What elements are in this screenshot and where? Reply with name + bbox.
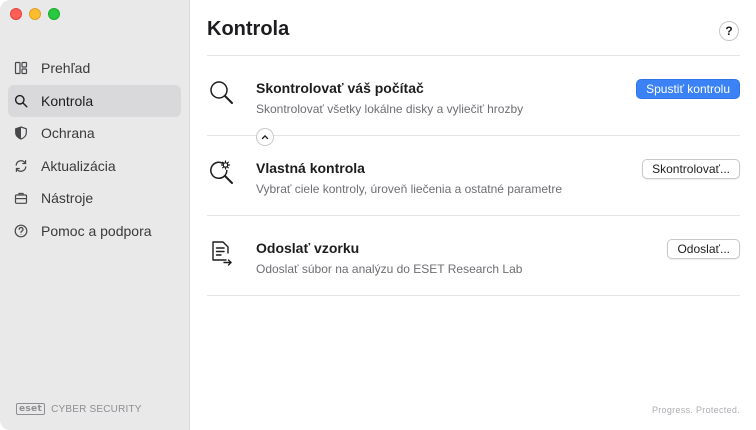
row-description: Odoslať súbor na analýzu do ESET Researc… (256, 262, 523, 276)
window-controls (10, 8, 60, 20)
brand: eset CYBER SECURITY (16, 403, 142, 415)
custom-scan-row: Vlastná kontrola Vybrať ciele kontroly, … (207, 136, 740, 216)
search-icon (14, 94, 28, 108)
sidebar-item-label: Pomoc a podpora (41, 222, 152, 239)
page-title: Kontrola (207, 18, 290, 40)
submit-sample-button[interactable]: Odoslať... (667, 239, 740, 259)
product-name: CYBER SECURITY (51, 403, 142, 415)
refresh-icon (14, 159, 28, 173)
sidebar-nav: Prehľad Kontrola Ochrana Aktualizácia Ná… (8, 52, 181, 247)
sidebar-item-nastroje[interactable]: Nástroje (8, 182, 181, 214)
scan-computer-row: Skontrolovať váš počítač Skontrolovať vš… (207, 56, 740, 136)
sidebar-item-label: Kontrola (41, 92, 94, 109)
row-description: Skontrolovať všetky lokálne disky a vyli… (256, 102, 524, 116)
chevron-up-icon (261, 135, 269, 140)
start-scan-button[interactable]: Spustiť kontrolu (636, 79, 740, 99)
sidebar-item-aktualizacia[interactable]: Aktualizácia (8, 150, 181, 182)
minimize-window-button[interactable] (29, 8, 41, 20)
close-window-button[interactable] (10, 8, 22, 20)
submit-document-icon (207, 238, 237, 268)
sidebar-item-label: Nástroje (41, 190, 94, 206)
sidebar-item-pomoc[interactable]: Pomoc a podpora (8, 215, 181, 247)
collapse-button[interactable] (256, 128, 274, 146)
briefcase-icon (14, 191, 28, 205)
sidebar-item-label: Prehľad (41, 60, 91, 76)
sidebar-item-label: Ochrana (41, 125, 95, 141)
custom-scan-button[interactable]: Skontrolovať... (642, 159, 740, 179)
sidebar-item-kontrola[interactable]: Kontrola (8, 84, 181, 117)
sidebar-item-prehlad[interactable]: Prehľad (8, 52, 181, 84)
submit-sample-row: Odoslať vzorku Odoslať súbor na analýzu … (207, 216, 740, 296)
dashboard-icon (14, 61, 28, 75)
footer-tagline: Progress. Protected. (651, 405, 740, 415)
shield-icon (14, 126, 28, 140)
row-title: Odoslať vzorku (256, 240, 360, 256)
help-button[interactable]: ? (719, 21, 739, 41)
eset-logo: eset (16, 403, 46, 415)
main-content: Kontrola ? Skontrolovať váš počítač Skon… (191, 0, 756, 430)
sidebar: Prehľad Kontrola Ochrana Aktualizácia Ná… (0, 0, 190, 430)
custom-scan-icon (207, 158, 237, 188)
help-circle-icon (14, 224, 28, 238)
app-window: Prehľad Kontrola Ochrana Aktualizácia Ná… (0, 0, 756, 430)
maximize-window-button[interactable] (48, 8, 60, 20)
magnifier-icon (207, 78, 237, 108)
sidebar-item-ochrana[interactable]: Ochrana (8, 117, 181, 149)
row-description: Vybrať ciele kontroly, úroveň liečenia a… (256, 182, 562, 196)
sidebar-item-label: Aktualizácia (41, 157, 116, 174)
row-title: Vlastná kontrola (256, 160, 365, 176)
row-title: Skontrolovať váš počítač (256, 80, 424, 96)
